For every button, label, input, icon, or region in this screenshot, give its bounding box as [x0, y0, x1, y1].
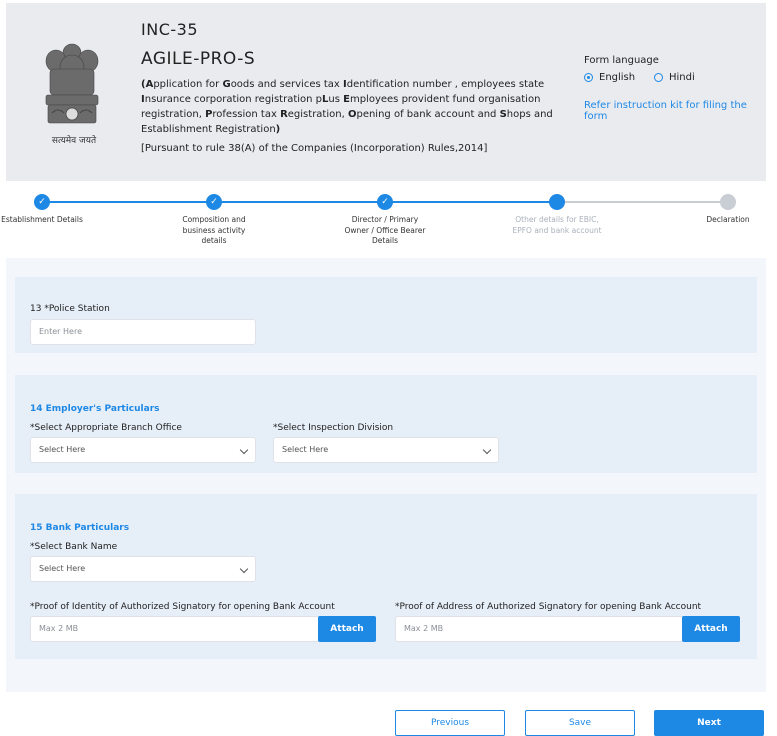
form-body: 13 *Police Station Enter Here 14 Employe…	[6, 258, 766, 692]
save-button[interactable]: Save	[525, 710, 635, 736]
description-part: )	[275, 124, 281, 135]
chevron-down-icon	[482, 445, 492, 455]
previous-button[interactable]: Previous	[395, 710, 505, 736]
progress-stepper: ✓ Establishment Details ✓ Composition an…	[1, 188, 766, 248]
police-station-label: 13 *Police Station	[30, 304, 110, 314]
description-part: us	[328, 94, 344, 105]
radio-selected-icon[interactable]	[584, 73, 593, 82]
description-part: dentification number , employees state	[346, 79, 545, 90]
form-description: (Application for Goods and services tax …	[141, 77, 571, 137]
bank-name-select[interactable]: Select Here	[30, 556, 256, 582]
description-part: G	[222, 79, 231, 90]
employer-particulars-panel: 14 Employer's Particulars *Select Approp…	[15, 375, 757, 473]
description-part: pplication for	[153, 79, 223, 90]
step-2-check-icon[interactable]: ✓	[206, 194, 222, 210]
form-language-label: Form language	[584, 55, 659, 66]
bank-name-value: Select Here	[39, 564, 86, 573]
identity-proof-label: *Proof of Identity of Authorized Signato…	[30, 602, 335, 612]
bank-particulars-title: 15 Bank Particulars	[30, 523, 130, 533]
description-part: rofession tax	[212, 109, 281, 120]
branch-office-label: *Select Appropriate Branch Office	[30, 423, 182, 433]
radio-unselected-icon[interactable]	[654, 73, 663, 82]
language-hindi-label: Hindi	[669, 72, 695, 83]
language-option-english[interactable]: English	[584, 72, 635, 83]
address-proof-file-input[interactable]: Max 2 MB	[395, 616, 685, 642]
police-station-input[interactable]: Enter Here	[30, 319, 256, 345]
step-5-pending-icon[interactable]	[720, 194, 736, 210]
bank-name-label: *Select Bank Name	[30, 542, 118, 552]
identity-proof-file-input[interactable]: Max 2 MB	[30, 616, 320, 642]
instruction-kit-link[interactable]: Refer instruction kit for filing the for…	[584, 100, 766, 122]
chevron-down-icon	[239, 564, 249, 574]
inspection-division-label: *Select Inspection Division	[273, 423, 394, 433]
description-part: egistration,	[287, 109, 348, 120]
emblem-motto: सत्यमेव जयते	[51, 136, 97, 146]
description-part: E	[343, 94, 350, 105]
identity-proof-attach-button[interactable]: Attach	[318, 616, 376, 642]
language-option-hindi[interactable]: Hindi	[654, 72, 695, 83]
description-part: R	[280, 109, 288, 120]
inspection-division-select[interactable]: Select Here	[273, 437, 499, 463]
address-proof-label: *Proof of Address of Authorized Signator…	[395, 602, 702, 612]
employer-particulars-title: 14 Employer's Particulars	[30, 404, 160, 414]
step-4-label: Other details for EBIC, EPFO and bank ac…	[512, 215, 602, 235]
branch-office-value: Select Here	[39, 445, 86, 454]
step-5-label: Declaration	[706, 215, 750, 224]
chevron-down-icon	[239, 445, 249, 455]
language-english-label: English	[599, 72, 636, 83]
description-part: nsurance corporation registration p	[144, 94, 323, 105]
step-3-label: Director / Primary Owner / Office Bearer…	[344, 215, 426, 245]
form-pursuant-note: [Pursuant to rule 38(A) of the Companies…	[141, 143, 488, 154]
description-part: oods and services tax	[230, 79, 344, 90]
form-header: सत्यमेव जयते INC-35 AGILE-PRO-S (Applica…	[6, 3, 766, 181]
form-code: INC-35	[141, 20, 198, 39]
inspection-division-value: Select Here	[282, 445, 329, 454]
branch-office-select[interactable]: Select Here	[30, 437, 256, 463]
step-1-check-icon[interactable]: ✓	[34, 194, 50, 210]
address-proof-attach-button[interactable]: Attach	[682, 616, 740, 642]
description-part: S	[499, 109, 507, 120]
description-part: pening of bank account and	[356, 109, 500, 120]
next-button[interactable]: Next	[654, 710, 764, 736]
step-4-current-icon[interactable]	[549, 194, 565, 210]
step-2-label: Composition and business activity detail…	[182, 215, 246, 245]
form-title: AGILE-PRO-S	[141, 49, 256, 69]
step-3-check-icon[interactable]: ✓	[377, 194, 393, 210]
police-station-panel: 13 *Police Station Enter Here	[15, 277, 757, 353]
stepper-progress	[42, 201, 557, 203]
bank-particulars-panel: 15 Bank Particulars *Select Bank Name Se…	[15, 494, 757, 659]
step-1-label: Establishment Details	[1, 215, 83, 224]
